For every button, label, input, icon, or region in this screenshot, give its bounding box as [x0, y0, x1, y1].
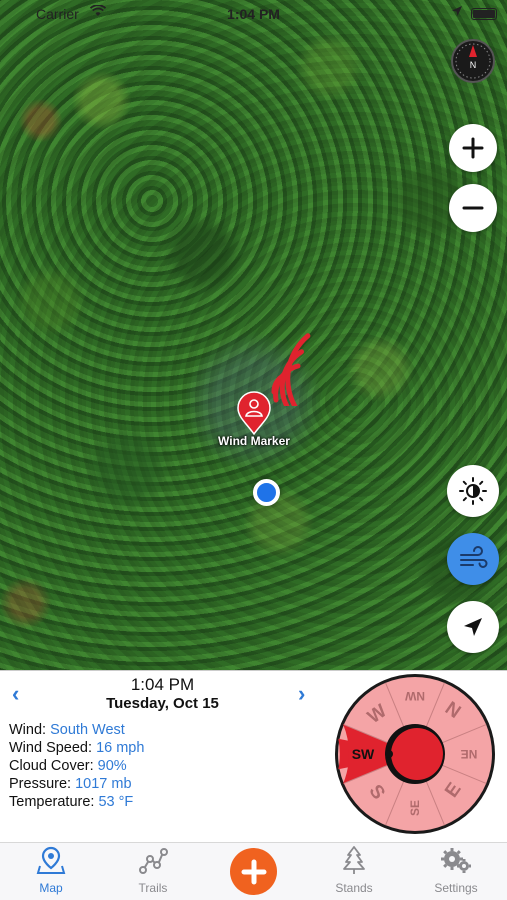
- stat-row-pressure: Pressure: 1017 mb: [9, 776, 132, 792]
- forecast-time: 1:04 PM: [130, 675, 195, 694]
- tab-map[interactable]: Map: [6, 843, 96, 900]
- wind-layer-button[interactable]: [447, 533, 499, 585]
- tab-bar: Map Trails Stands Settings: [0, 842, 507, 900]
- wind-direction-arcs: [271, 333, 311, 406]
- weather-stats: Wind: South West Wind Speed: 16 mph Clou…: [9, 721, 144, 811]
- compass-dir-nw: NW: [404, 689, 425, 703]
- trail-path-icon: [139, 848, 168, 874]
- zoom-out-button[interactable]: [449, 184, 497, 232]
- compass-n-label: N: [470, 60, 477, 70]
- zoom-in-button[interactable]: [449, 124, 497, 172]
- status-bar: Carrier 1:04 PM: [0, 4, 507, 24]
- tree-icon: [343, 846, 365, 874]
- map-texture: [0, 0, 507, 670]
- map-pin-icon: [36, 846, 66, 874]
- locate-me-button[interactable]: [447, 601, 499, 653]
- tab-settings[interactable]: Settings: [411, 843, 501, 900]
- location-arrow-icon: [464, 618, 482, 636]
- battery-icon: [471, 8, 497, 20]
- wind-direction-compass[interactable]: NW N NE E SE S W SW: [333, 672, 497, 836]
- wind-marker-pin[interactable]: [236, 391, 272, 435]
- minus-icon: [462, 206, 484, 210]
- tab-stands[interactable]: Stands: [309, 843, 399, 900]
- stat-row-wind-speed: Wind Speed: 16 mph: [9, 740, 145, 756]
- compass-dir-se: SE: [408, 800, 422, 816]
- plus-icon: [462, 137, 484, 159]
- gear-icon: [441, 848, 471, 873]
- location-services-icon: [451, 5, 463, 20]
- marker-label: Wind Marker: [218, 434, 290, 448]
- brightness-icon: [459, 477, 487, 505]
- plus-icon: [241, 859, 266, 884]
- user-location-dot: [253, 479, 280, 506]
- forecast-date: Tuesday, Oct 15: [106, 695, 219, 712]
- stat-row-cloud-cover: Cloud Cover: 90%: [9, 758, 127, 774]
- brightness-button[interactable]: [447, 465, 499, 517]
- stat-row-temperature: Temperature: 53 °F: [9, 794, 134, 810]
- tab-stands-label: Stands: [335, 881, 373, 895]
- tab-trails-label: Trails: [138, 881, 168, 895]
- tab-trails[interactable]: Trails: [108, 843, 198, 900]
- status-time: 1:04 PM: [227, 6, 280, 22]
- compass-dir-sw-active: SW: [352, 746, 375, 762]
- wind-icon: [460, 546, 488, 568]
- add-button[interactable]: [230, 848, 277, 895]
- stat-row-wind: Wind: South West: [9, 722, 125, 738]
- tab-settings-label: Settings: [434, 881, 478, 895]
- tab-map-label: Map: [39, 881, 63, 895]
- compass-dir-ne: NE: [461, 747, 478, 761]
- satellite-map[interactable]: [0, 0, 507, 670]
- compass-icon[interactable]: N: [451, 39, 495, 83]
